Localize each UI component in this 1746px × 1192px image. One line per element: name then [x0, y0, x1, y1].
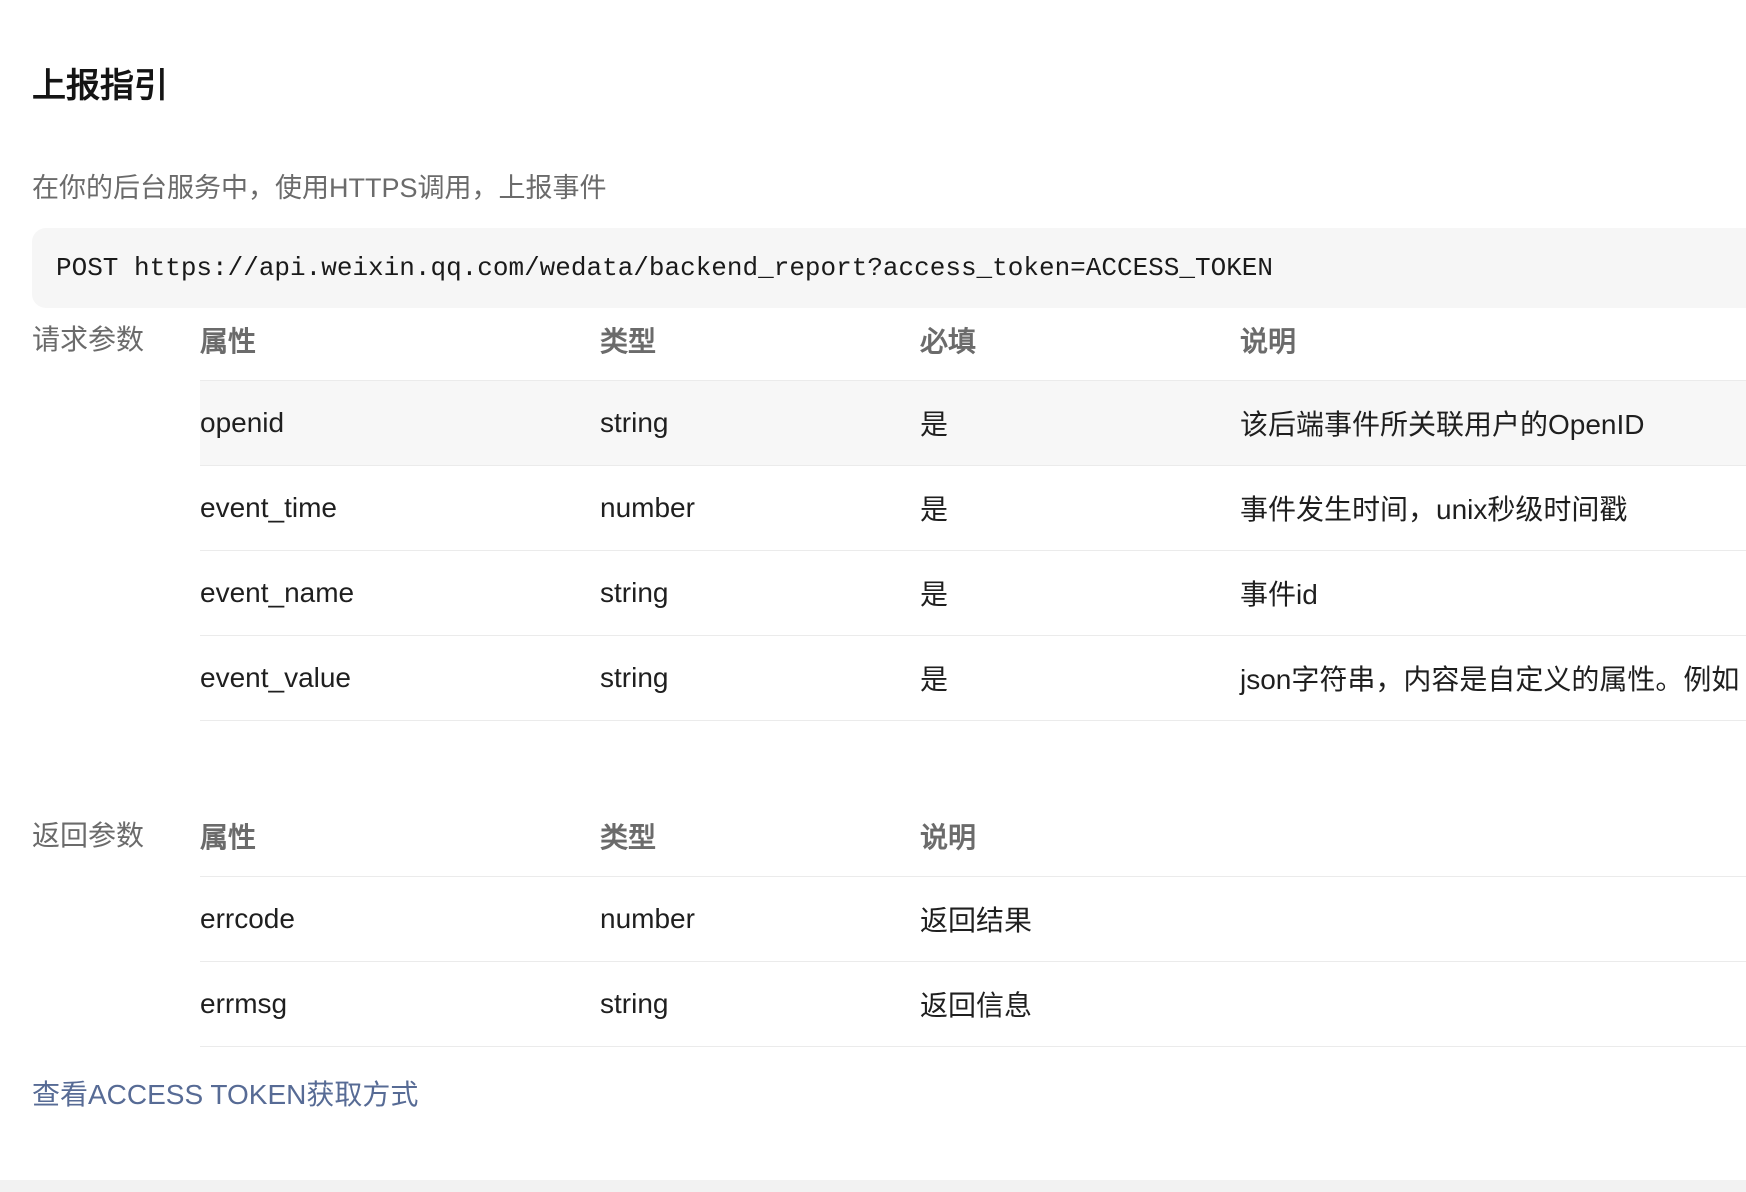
param-name: openid — [200, 407, 285, 438]
param-name: event_value — [200, 662, 352, 693]
param-type: string — [600, 662, 669, 693]
report-guide-page: 上报指引 在你的后台服务中，使用HTTPS调用，上报事件 POST https:… — [0, 0, 1746, 1192]
table-header-row: 属性 类型 说明 — [200, 796, 1746, 877]
header-type: 类型 — [600, 822, 657, 853]
param-name: event_name — [200, 577, 355, 608]
param-description: 事件id — [1240, 579, 1318, 610]
param-description: 事件发生时间，unix秒级时间戳 — [1240, 494, 1628, 525]
header-required: 必填 — [920, 326, 977, 357]
request-params-label: 请求参数 — [32, 324, 145, 355]
param-name: event_time — [200, 492, 337, 523]
param-type: number — [600, 492, 695, 523]
param-description: 该后端事件所关联用户的OpenID — [1240, 409, 1645, 440]
request-params-table: 属性 类型 必填 说明 openid string 是 该后端事件所关联用户的O… — [200, 300, 1746, 721]
header-attribute: 属性 — [200, 822, 257, 853]
table-row: errcode number 返回结果 — [200, 877, 1746, 962]
param-required: 是 — [920, 494, 949, 525]
param-type: number — [600, 903, 695, 934]
param-description: json字符串，内容是自定义的属性。例如 — [1240, 664, 1740, 695]
table-row: openid string 是 该后端事件所关联用户的OpenID — [200, 381, 1746, 466]
param-type: string — [600, 577, 669, 608]
table-row: errmsg string 返回信息 — [200, 962, 1746, 1047]
table-row: event_name string 是 事件id — [200, 551, 1746, 636]
access-token-guide-link[interactable]: 查看ACCESS TOKEN获取方式 — [32, 1074, 418, 1116]
table-header-row: 属性 类型 必填 说明 — [200, 300, 1746, 381]
param-name: errmsg — [200, 988, 288, 1019]
response-params-table: 属性 类型 说明 errcode number 返回结果 errmsg stri… — [200, 796, 1746, 1047]
header-description: 说明 — [1240, 326, 1297, 357]
page-description: 在你的后台服务中，使用HTTPS调用，上报事件 — [32, 173, 607, 203]
param-type: string — [600, 988, 669, 1019]
param-required: 是 — [920, 409, 949, 440]
param-description: 返回结果 — [920, 905, 1033, 936]
param-description: 返回信息 — [920, 990, 1033, 1021]
table-row: event_value string 是 json字符串，内容是自定义的属性。例… — [200, 636, 1746, 721]
endpoint-url-code: POST https://api.weixin.qq.com/wedata/ba… — [56, 253, 1273, 283]
header-attribute: 属性 — [200, 326, 257, 357]
table-row: event_time number 是 事件发生时间，unix秒级时间戳 — [200, 466, 1746, 551]
code-block: POST https://api.weixin.qq.com/wedata/ba… — [32, 228, 1746, 308]
footer-divider — [0, 1180, 1746, 1192]
param-required: 是 — [920, 664, 949, 695]
param-name: errcode — [200, 903, 295, 934]
param-type: string — [600, 407, 669, 438]
param-required: 是 — [920, 579, 949, 610]
header-type: 类型 — [600, 326, 657, 357]
header-description: 说明 — [920, 822, 977, 853]
response-params-label: 返回参数 — [32, 820, 145, 851]
page-title: 上报指引 — [32, 67, 168, 105]
